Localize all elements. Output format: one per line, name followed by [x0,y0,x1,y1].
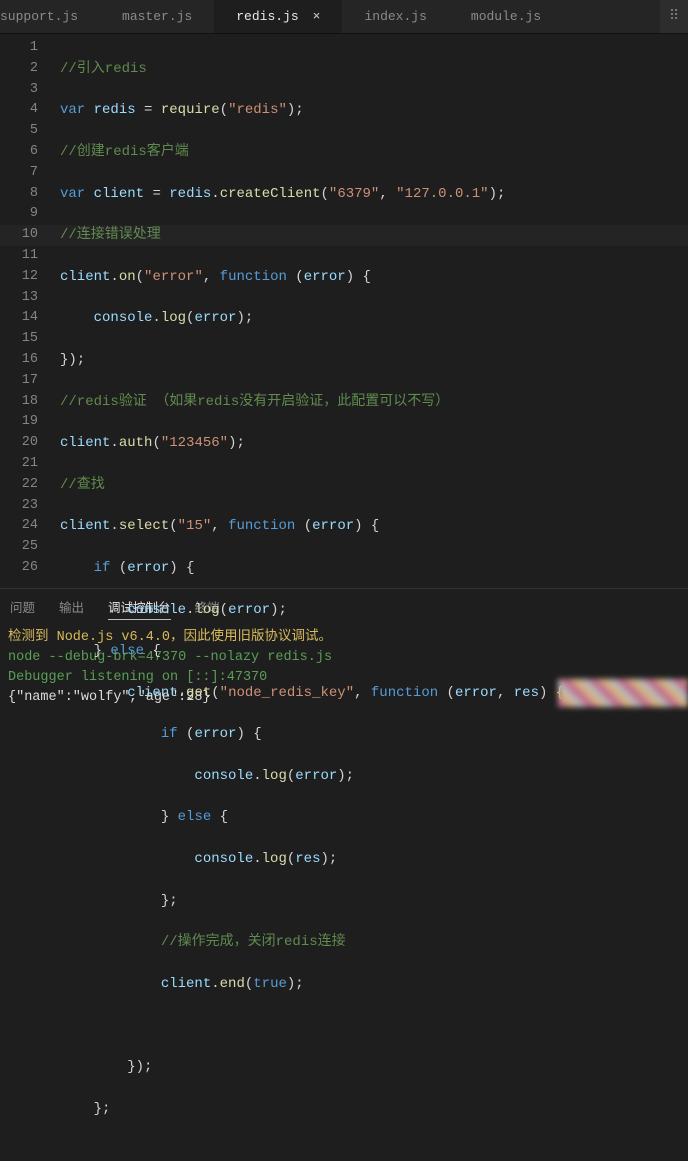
line-number: 26 [0,558,38,579]
line-number: 21 [0,454,38,475]
tab-index[interactable]: index.js [342,0,448,33]
tab-label: support.js [0,9,78,24]
line-number: 22 [0,475,38,496]
line-number: 17 [0,371,38,392]
line-number: 12 [0,267,38,288]
line-number: 10 [0,225,38,246]
tab-redis[interactable]: redis.js × [214,0,342,33]
line-number: 8 [0,184,38,205]
tab-label: module.js [471,9,541,24]
censored-region [558,679,688,707]
tab-support[interactable]: support.js [0,0,100,33]
code-area[interactable]: //引入redis var redis = require("redis"); … [52,34,688,588]
tab-label: redis.js [236,9,298,24]
line-number: 18 [0,392,38,413]
line-number: 15 [0,329,38,350]
line-number: 19 [0,412,38,433]
line-number: 24 [0,516,38,537]
tab-module[interactable]: module.js [449,0,563,33]
line-number: 20 [0,433,38,454]
code-editor[interactable]: 1 2 3 4 5 6 7 8 9 10 11 12 13 14 15 16 1… [0,34,688,588]
tab-label: master.js [122,9,192,24]
tab-label: index.js [364,9,426,24]
line-number: 5 [0,121,38,142]
line-number: 7 [0,163,38,184]
line-number: 14 [0,308,38,329]
line-gutter: 1 2 3 4 5 6 7 8 9 10 11 12 13 14 15 16 1… [0,34,52,588]
line-number: 4 [0,100,38,121]
line-number: 6 [0,142,38,163]
line-number: 25 [0,537,38,558]
editor-tabs: support.js master.js redis.js × index.js… [0,0,688,34]
line-number: 13 [0,288,38,309]
line-number: 9 [0,204,38,225]
panel-tab-problems[interactable]: 问题 [10,597,35,620]
tab-master[interactable]: master.js [100,0,214,33]
line-number: 2 [0,59,38,80]
drag-handle-icon[interactable]: ⠿ [660,0,688,33]
line-number: 16 [0,350,38,371]
line-number: 11 [0,246,38,267]
close-icon[interactable]: × [313,9,321,24]
line-number: 3 [0,80,38,101]
line-number: 23 [0,496,38,517]
line-number: 1 [0,38,38,59]
